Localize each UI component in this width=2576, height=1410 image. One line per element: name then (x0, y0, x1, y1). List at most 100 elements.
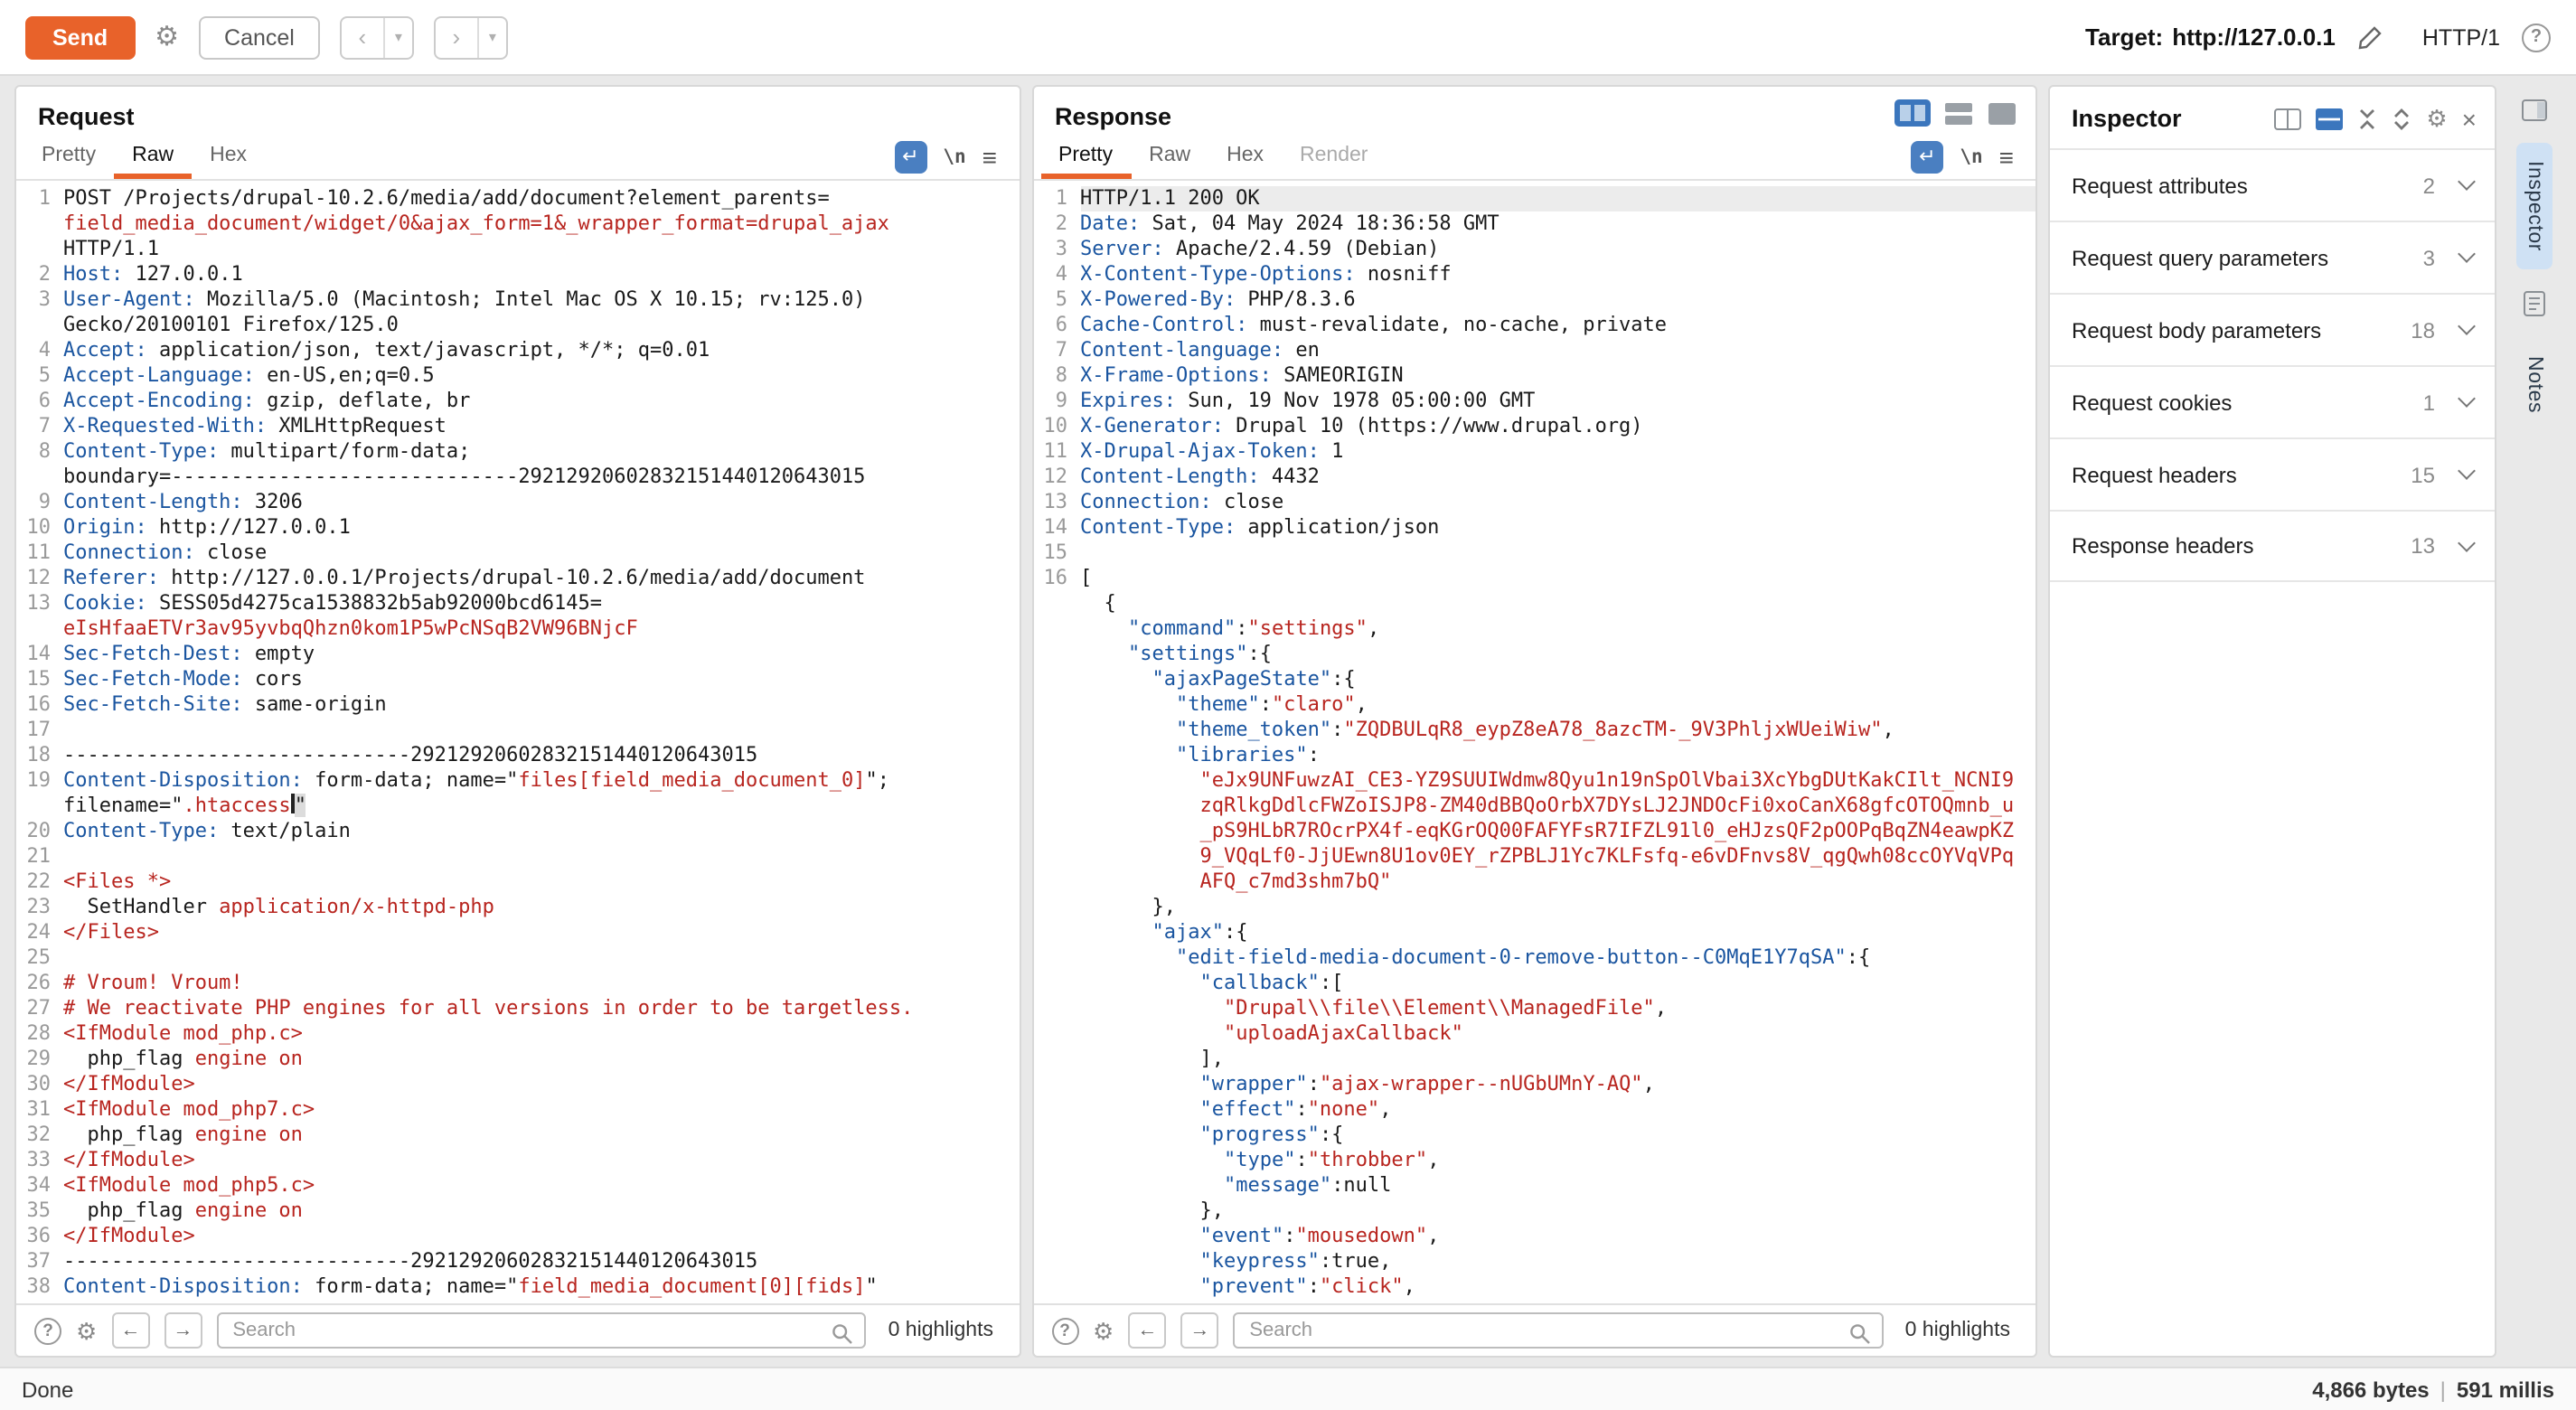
inspector-section-request-headers[interactable]: Request headers15 (2050, 437, 2495, 510)
cancel-button[interactable]: Cancel (199, 15, 320, 59)
inspector-section-request-query-parameters[interactable]: Request query parameters3 (2050, 221, 2495, 293)
line-number (1033, 692, 1080, 718)
inspector-section-response-headers[interactable]: Response headers 13 (2050, 510, 2495, 582)
notes-icon[interactable] (2524, 291, 2545, 316)
collapse-all-icon[interactable] (2357, 108, 2377, 129)
code-line: }, (1033, 895, 2035, 920)
inspector-columns-layout-icon[interactable] (2274, 108, 2301, 129)
tab-request-raw[interactable]: Raw (114, 134, 192, 179)
soft-wrap-icon[interactable]: ↵ (1911, 140, 1943, 173)
show-newlines-icon[interactable]: \n (1960, 146, 1982, 167)
code-line: 9Expires: Sun, 19 Nov 1978 05:00:00 GMT (1033, 389, 2035, 414)
line-number: 15 (16, 667, 63, 692)
code-line: { (1033, 591, 2035, 616)
request-editor[interactable]: 1POST /Projects/drupal-10.2.6/media/add/… (16, 181, 1019, 1303)
inspector-settings-gear-icon[interactable]: ⚙ (2426, 107, 2447, 130)
target-label: Target: (2085, 24, 2163, 51)
request-search-bar: ? ⚙ ← → 0 highlights (16, 1303, 1019, 1356)
search-help-icon[interactable]: ? (1051, 1317, 1078, 1344)
search-icon (1849, 1321, 1871, 1354)
history-forward-button[interactable]: › (436, 17, 479, 57)
code-line: 4X-Content-Type-Options: nosniff (1033, 262, 2035, 287)
code-line: "wrapper":"ajax-wrapper--nUGbUMnY-AQ", (1033, 1072, 2035, 1097)
http-version-selector[interactable]: HTTP/1 (2422, 24, 2500, 50)
history-back-button[interactable]: ‹ (342, 17, 385, 57)
line-number: 13 (16, 591, 63, 616)
help-icon[interactable]: ? (2522, 23, 2551, 52)
line-number (1033, 743, 1080, 768)
inspector-section-request-attributes[interactable]: Request attributes2 (2050, 148, 2495, 221)
line-number: 17 (16, 718, 63, 743)
columns-layout-icon[interactable] (1894, 99, 1931, 127)
code-line: 17 (16, 718, 1019, 743)
code-line: 12Content-Length: 4432 (1033, 465, 2035, 490)
tab-response-render[interactable]: Render (1282, 134, 1386, 179)
main-area: Request Pretty Raw Hex ↵ \n ≡ 1POST /Pro… (0, 76, 2576, 1367)
response-highlight-count: 0 highlights (1898, 1320, 2017, 1341)
response-search-input[interactable] (1249, 1320, 1841, 1341)
expand-all-icon[interactable] (2392, 108, 2411, 129)
line-number: 38 (16, 1274, 63, 1300)
line-number: 6 (1033, 313, 1080, 338)
side-tab-notes[interactable]: Notes (2516, 338, 2552, 431)
line-number: 29 (16, 1047, 63, 1072)
tab-request-hex[interactable]: Hex (192, 134, 265, 179)
request-search-input[interactable] (232, 1320, 824, 1341)
show-newlines-icon[interactable]: \n (943, 146, 965, 167)
line-number (1033, 794, 1080, 819)
tab-response-pretty[interactable]: Pretty (1040, 134, 1131, 179)
rows-layout-icon[interactable] (1943, 100, 1974, 126)
section-label: Response headers (2072, 533, 2253, 559)
code-line: "message":null (1033, 1173, 2035, 1198)
line-number (1033, 1021, 1080, 1047)
single-pane-layout-icon[interactable] (1987, 100, 2017, 126)
editor-menu-icon[interactable]: ≡ (1999, 142, 2014, 171)
code-line: "theme_token":"ZQDBULqR8_eypZ8eA78_8azcT… (1033, 718, 2035, 743)
code-line: 20Content-Type: text/plain (16, 819, 1019, 844)
search-settings-gear-icon[interactable]: ⚙ (76, 1319, 97, 1342)
side-tab-inspector[interactable]: Inspector (2516, 143, 2552, 269)
inspector-close-icon[interactable]: × (2462, 106, 2477, 131)
code-line: 28<IfModule mod_php.c> (16, 1021, 1019, 1047)
section-count: 13 (2411, 533, 2435, 559)
send-button[interactable]: Send (25, 15, 135, 59)
search-prev-button[interactable]: ← (111, 1312, 149, 1349)
request-settings-gear-icon[interactable]: ⚙ (155, 24, 179, 51)
history-back-dropdown-icon[interactable]: ▾ (385, 17, 412, 57)
side-tab-strip: Inspector Notes (2507, 85, 2562, 1358)
inspector-section-request-cookies[interactable]: Request cookies1 (2050, 365, 2495, 437)
dock-right-icon[interactable] (2522, 99, 2547, 121)
code-line: "type":"throbber", (1033, 1148, 2035, 1173)
search-next-button[interactable]: → (1180, 1312, 1218, 1349)
line-number: 33 (16, 1148, 63, 1173)
search-prev-button[interactable]: ← (1128, 1312, 1166, 1349)
edit-target-pencil-icon[interactable] (2357, 24, 2383, 50)
line-number (1033, 718, 1080, 743)
line-number: 14 (16, 642, 63, 667)
history-forward-dropdown-icon[interactable]: ▾ (479, 17, 506, 57)
line-number (1033, 667, 1080, 692)
editor-menu-icon[interactable]: ≡ (982, 142, 997, 171)
code-line: 7X-Requested-With: XMLHttpRequest (16, 414, 1019, 439)
code-line: AFQ_c7md3shm7bQ" (1033, 870, 2035, 895)
soft-wrap-icon[interactable]: ↵ (894, 140, 926, 173)
code-line: 6Accept-Encoding: gzip, deflate, br (16, 389, 1019, 414)
request-highlight-count: 0 highlights (881, 1320, 1001, 1341)
search-settings-gear-icon[interactable]: ⚙ (1093, 1319, 1114, 1342)
tab-request-pretty[interactable]: Pretty (24, 134, 114, 179)
inspector-rows-layout-icon[interactable] (2316, 108, 2343, 129)
tab-response-raw[interactable]: Raw (1131, 134, 1208, 179)
section-label: Request body parameters (2072, 317, 2321, 343)
search-help-icon[interactable]: ? (34, 1317, 61, 1344)
inspector-section-request-body-parameters[interactable]: Request body parameters18 (2050, 293, 2495, 365)
tab-response-hex[interactable]: Hex (1208, 134, 1282, 179)
line-number: 19 (16, 768, 63, 794)
line-number: 16 (1033, 566, 1080, 591)
section-label: Request headers (2072, 462, 2237, 487)
code-line: 16Sec-Fetch-Site: same-origin (16, 692, 1019, 718)
code-line: "settings":{ (1033, 642, 2035, 667)
code-line: 21 (16, 844, 1019, 870)
search-next-button[interactable]: → (164, 1312, 202, 1349)
response-editor[interactable]: 1HTTP/1.1 200 OK2Date: Sat, 04 May 2024 … (1033, 181, 2035, 1303)
code-line: "event":"mousedown", (1033, 1224, 2035, 1249)
